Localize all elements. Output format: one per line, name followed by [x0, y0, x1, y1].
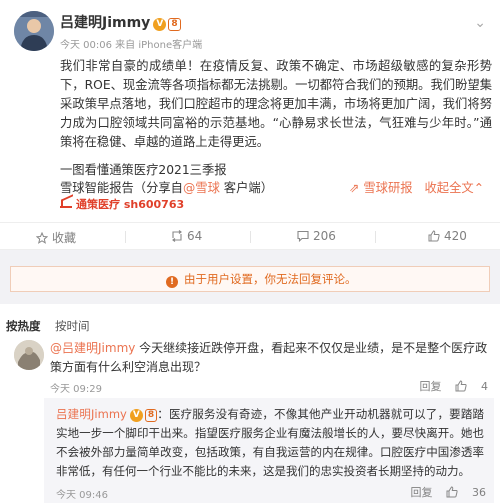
- repost-icon: [172, 230, 182, 242]
- share-suffix: 客户端）: [219, 181, 273, 195]
- author-reply: 吕建明Jimmy V 8 ：医疗服务没有奇迹，不像其他产业开动机器就可以了，要踏踏实地…: [44, 398, 494, 503]
- author-avatar[interactable]: [14, 11, 54, 51]
- comment-time: 今天 09:29: [50, 384, 102, 395]
- post-subline: 一图看懂通策医疗2021三季报: [60, 163, 227, 177]
- share-app-link[interactable]: @雪球: [183, 181, 220, 195]
- stock-chart-icon: [60, 199, 72, 208]
- author-name-row[interactable]: 吕建明Jimmy V 8: [60, 12, 181, 32]
- author-name[interactable]: 吕建明Jimmy: [60, 15, 150, 31]
- collapse-link-label: 收起全文: [424, 181, 474, 195]
- tab-sort-time[interactable]: 按时间: [55, 318, 90, 334]
- sort-tabs: 按热度 按时间: [0, 304, 500, 333]
- commenter-avatar[interactable]: [14, 340, 44, 370]
- reply-text: 吕建明Jimmy V 8 ：医疗服务没有奇迹，不像其他产业开动机器就可以了，要踏踏实地…: [56, 405, 484, 481]
- like-count: 420: [444, 229, 467, 243]
- like-button[interactable]: 420: [428, 229, 467, 243]
- comment-like-count: 4: [481, 380, 488, 393]
- thumbs-up-icon: [455, 380, 467, 392]
- research-link-label: 雪球研报: [363, 181, 413, 195]
- comment-text: @吕建明Jimmy 今天继续接近跌停开盘，看起来不仅仅是业绩，是不是整个医疗政策…: [50, 339, 490, 377]
- reply-time: 今天 09:46: [56, 490, 108, 501]
- restriction-notice: ! 由于用户设置，你无法回复评论。: [10, 266, 490, 292]
- comment-reply-button[interactable]: 回复: [420, 380, 442, 393]
- info-icon: !: [166, 276, 178, 288]
- thumbs-up-icon: [428, 230, 440, 242]
- chevron-up-icon: ⌃: [473, 181, 484, 195]
- repost-button[interactable]: 64: [171, 229, 202, 243]
- research-link[interactable]: ⇗ 雪球研报: [349, 181, 412, 195]
- tab-sort-hot[interactable]: 按热度: [6, 318, 41, 334]
- reply-actions: 回复 36: [401, 484, 487, 500]
- restriction-text: 由于用户设置，你无法回复评论。: [184, 272, 357, 286]
- action-bar: 收藏 64 206 420: [0, 222, 500, 250]
- share-row: 雪球智能报告（分享自@雪球 客户端） ⇗ 雪球研报 收起全文⌃: [60, 178, 492, 196]
- divider: [250, 231, 251, 243]
- thumbs-up-icon: [446, 486, 458, 498]
- comment-icon: [297, 230, 309, 242]
- comment-like-button[interactable]: 4: [455, 380, 488, 393]
- favorite-button[interactable]: 收藏: [36, 229, 76, 246]
- post-text-quote: “心静易求长世法，气狂难与少年时。”: [272, 116, 480, 130]
- post-card: 吕建明Jimmy V 8 今天 00:06 来自 iPhone客户端 ⌄ 我们非常自…: [0, 0, 500, 503]
- divider: [125, 231, 126, 243]
- stock-tag-label: 通策医疗 sh600763: [76, 198, 185, 211]
- comment-actions: 回复 4: [410, 378, 489, 394]
- verified-icon: V: [129, 409, 143, 422]
- comment-button[interactable]: 206: [297, 229, 336, 243]
- reply-reply-button[interactable]: 回复: [411, 486, 433, 499]
- star-icon: [36, 232, 48, 244]
- more-icon[interactable]: ⌄: [474, 15, 486, 31]
- level-badge: 8: [168, 18, 181, 31]
- collapse-link[interactable]: 收起全文⌃: [424, 181, 484, 195]
- share-prefix: 雪球智能报告（分享自: [60, 181, 183, 195]
- mention-link[interactable]: @吕建明Jimmy: [50, 341, 135, 355]
- reply-like-count: 36: [472, 486, 486, 499]
- verified-icon: V: [153, 18, 167, 31]
- post-meta: 今天 00:06 来自 iPhone客户端: [60, 40, 203, 51]
- favorite-label: 收藏: [52, 231, 77, 245]
- stock-tag[interactable]: 通策医疗 sh600763: [60, 196, 184, 212]
- level-badge: 8: [144, 409, 158, 422]
- post-text: 我们非常自豪的成绩单！在疫情反复、政策不确定、市场超级敏感的复杂形势下，ROE、…: [60, 57, 492, 152]
- reply-like-button[interactable]: 36: [446, 486, 486, 499]
- divider: [375, 231, 376, 243]
- reply-author-name[interactable]: 吕建明Jimmy: [56, 407, 127, 421]
- research-icon: ⇗: [349, 181, 360, 195]
- repost-count: 64: [187, 229, 203, 243]
- comment-count: 206: [313, 229, 336, 243]
